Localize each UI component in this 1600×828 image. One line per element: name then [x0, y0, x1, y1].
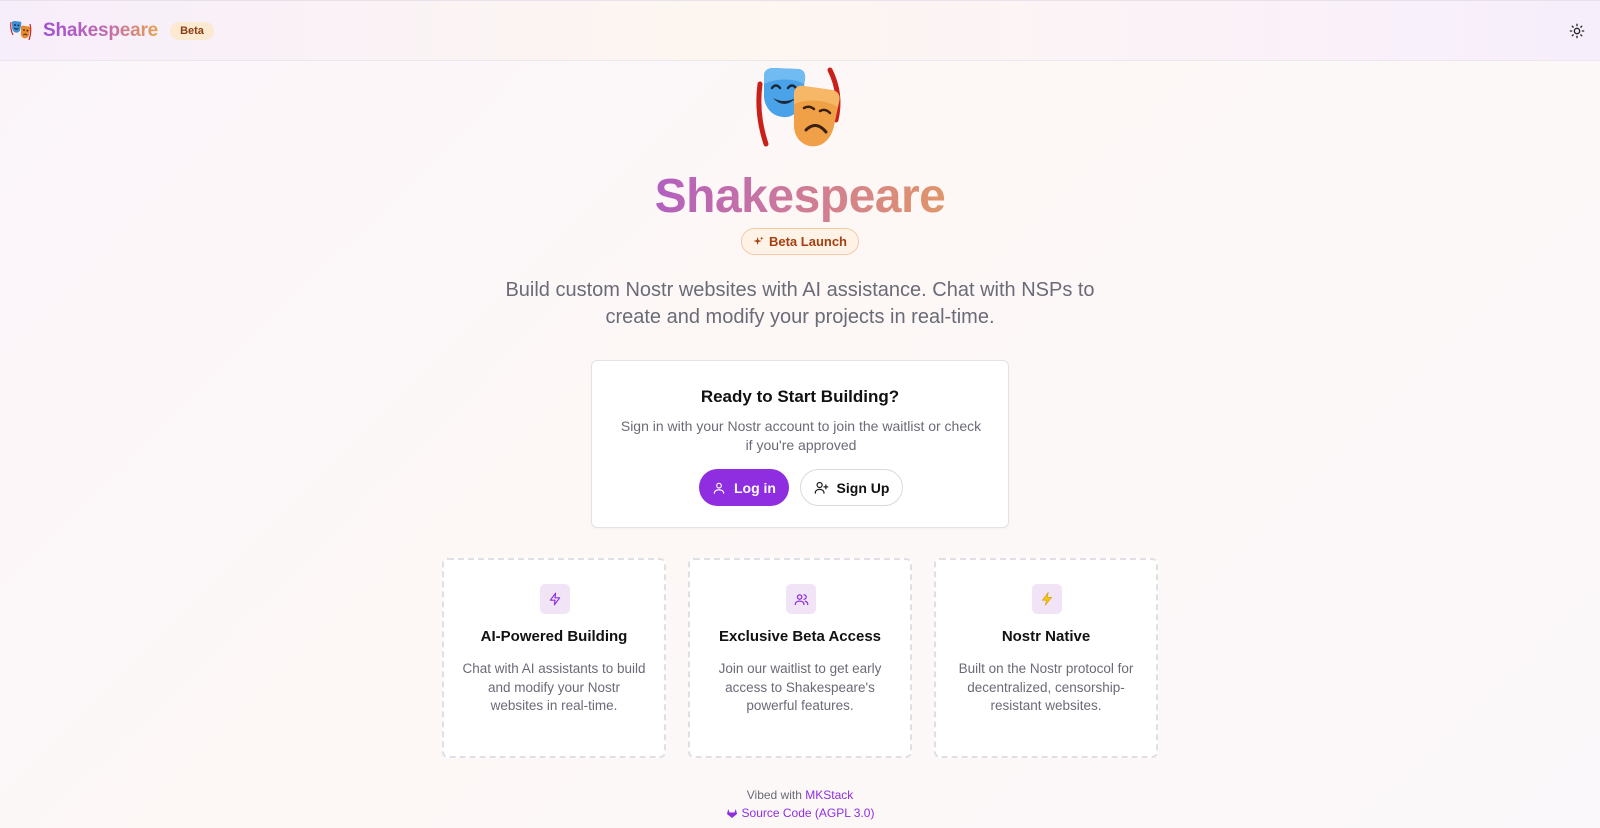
- lightning-emoji-icon: [1032, 584, 1062, 614]
- feature-description: Join our waitlist to get early access to…: [718, 661, 882, 713]
- hero-title: Shakespeare: [0, 168, 1600, 226]
- auth-card-subtitle: Sign in with your Nostr account to join …: [620, 418, 982, 453]
- sun-icon: [1569, 23, 1585, 39]
- login-button[interactable]: Log in: [699, 469, 789, 506]
- signup-button[interactable]: Sign Up: [800, 469, 903, 506]
- feature-card-beta: Exclusive Beta Access Join our waitlist …: [688, 558, 912, 758]
- auth-card: Ready to Start Building? Sign in with yo…: [591, 360, 1009, 528]
- footer-credits: Vibed with MKStack: [0, 788, 1600, 802]
- beta-badge: Beta: [170, 21, 214, 40]
- feature-title: Exclusive Beta Access: [718, 628, 882, 645]
- beta-launch-badge: Beta Launch: [741, 228, 859, 255]
- user-plus-icon: [814, 480, 829, 495]
- signup-label: Sign Up: [836, 479, 890, 496]
- top-header: Shakespeare Beta: [0, 0, 1600, 61]
- feature-description: Chat with AI assistants to build and mod…: [462, 661, 646, 713]
- feature-description: Built on the Nostr protocol for decentra…: [958, 661, 1134, 713]
- feature-card-ai: AI-Powered Building Chat with AI assista…: [442, 558, 666, 758]
- source-code-link[interactable]: Source Code (AGPL 3.0): [742, 806, 875, 820]
- zap-outline-icon: [540, 584, 570, 614]
- brand-name: Shakespeare: [43, 19, 159, 41]
- beta-launch-label: Beta Launch: [768, 234, 847, 249]
- mkstack-link[interactable]: MKStack: [805, 788, 853, 802]
- footer-vibed-text: Vibed with: [746, 788, 802, 802]
- feature-title: Nostr Native: [1001, 628, 1091, 645]
- hero-title-text: Shakespeare: [654, 170, 946, 223]
- theater-masks-logo-icon: [10, 20, 32, 40]
- login-label: Log in: [734, 479, 776, 496]
- gitlab-icon: [726, 807, 738, 819]
- brand-link[interactable]: Shakespeare Beta: [9, 19, 214, 43]
- theater-masks-icon: [756, 67, 841, 147]
- hero-tagline: Build custom Nostr websites with AI assi…: [505, 279, 1095, 328]
- users-icon: [786, 584, 816, 614]
- sparkles-icon: [753, 236, 764, 247]
- theme-toggle-button[interactable]: [1568, 22, 1586, 40]
- footer-source: Source Code (AGPL 3.0): [0, 806, 1600, 820]
- auth-card-title: Ready to Start Building?: [700, 387, 900, 406]
- user-icon: [712, 481, 726, 495]
- feature-title: AI-Powered Building: [480, 628, 628, 645]
- feature-card-nostr: Nostr Native Built on the Nostr protocol…: [934, 558, 1158, 758]
